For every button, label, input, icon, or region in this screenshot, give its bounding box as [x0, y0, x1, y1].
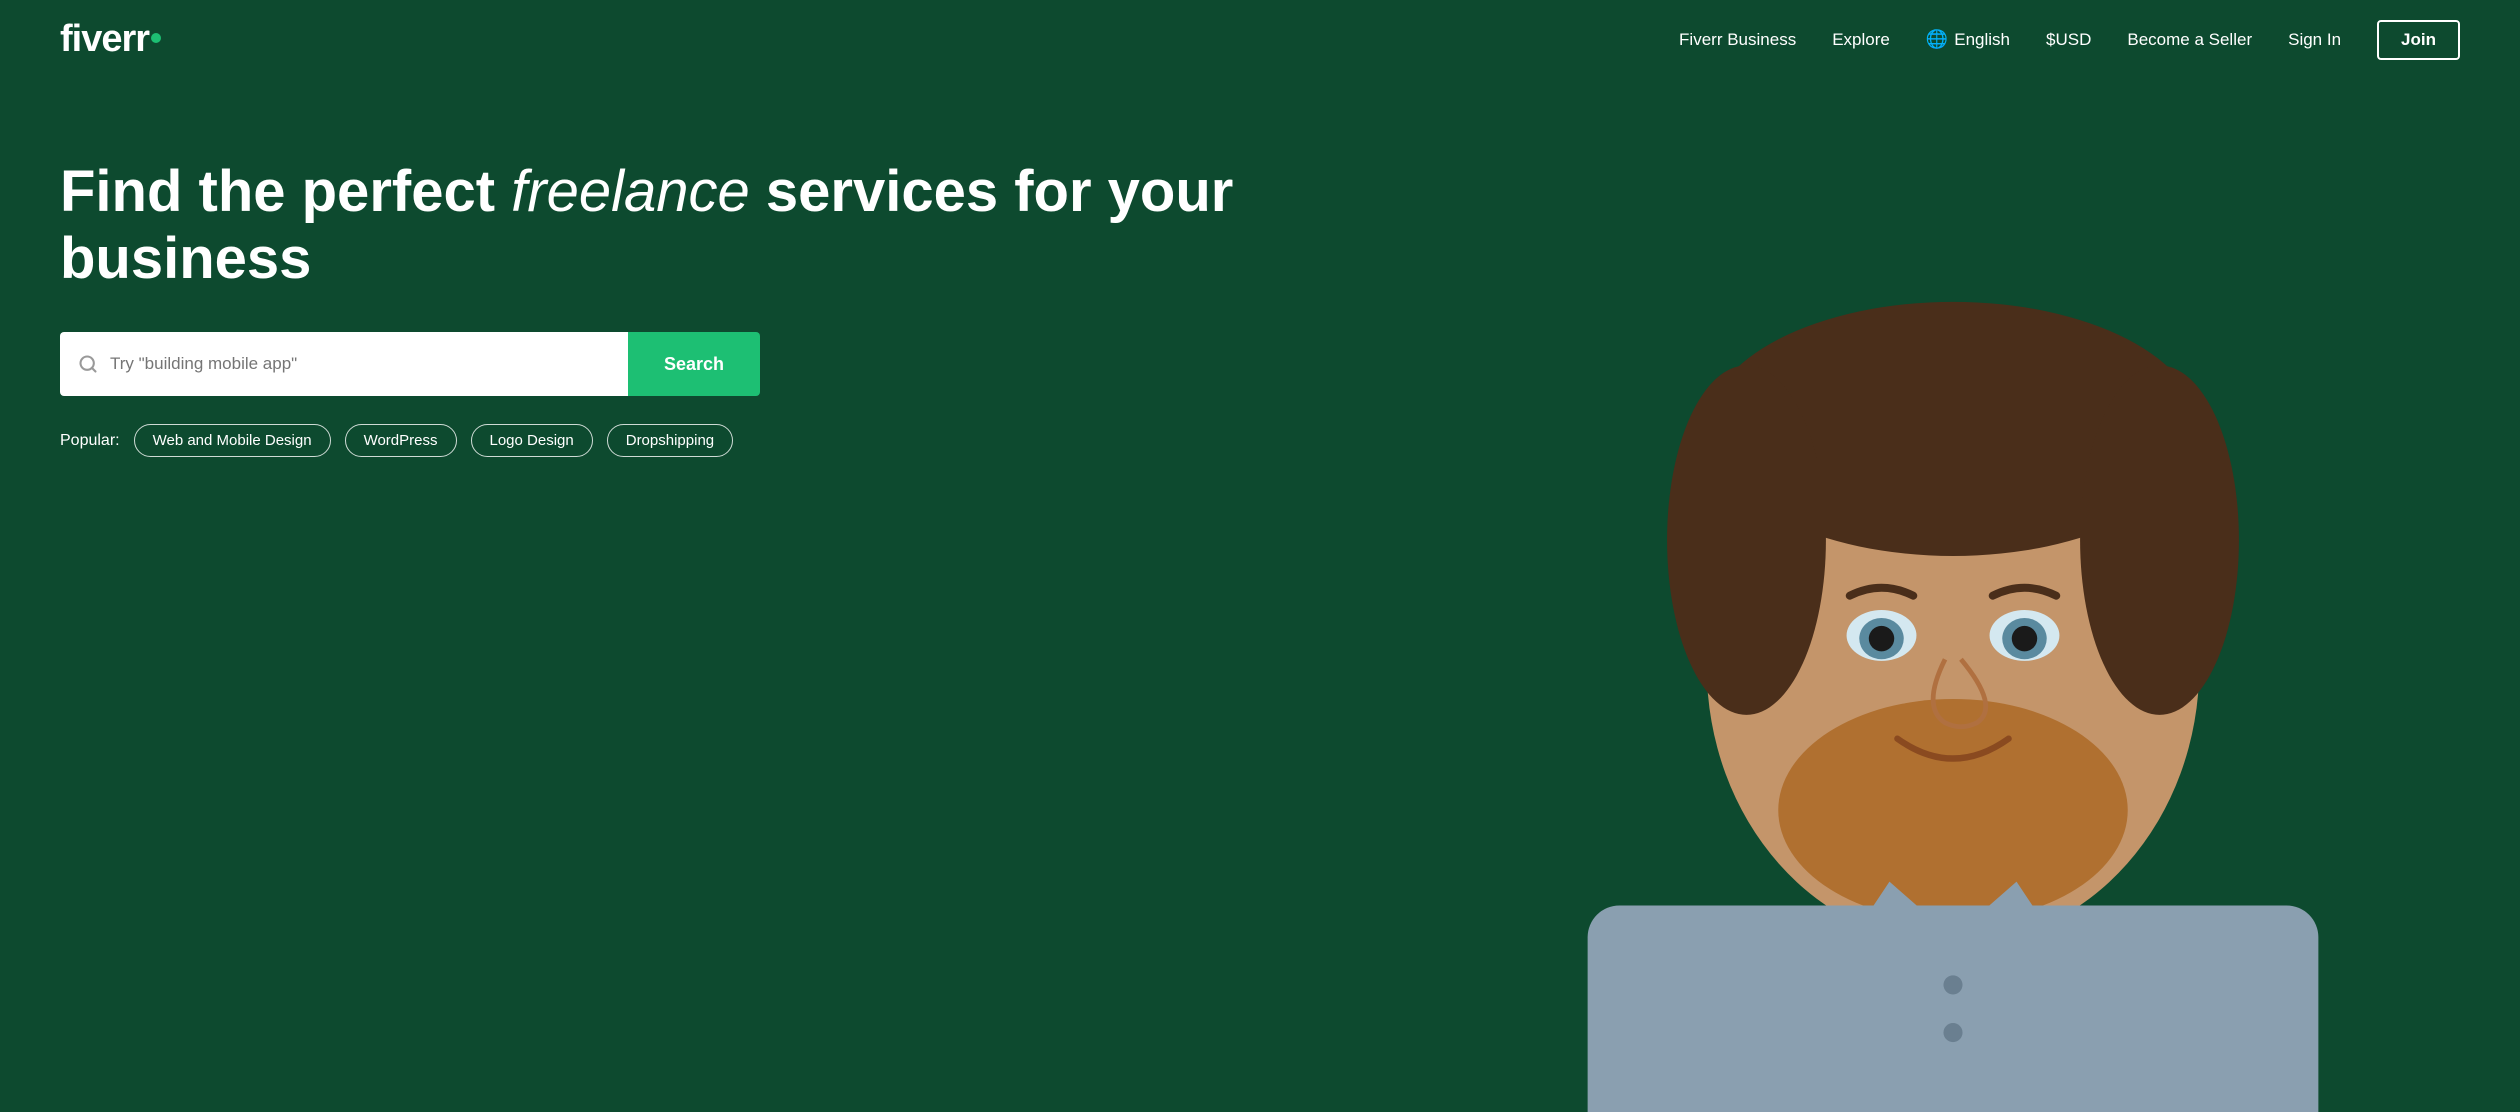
navbar: fiverr Fiverr Business Explore 🌐 English…: [0, 0, 2520, 79]
hero-title-italic: freelance: [511, 159, 750, 224]
hero-person-image: [1386, 0, 2520, 1112]
nav-fiverr-business[interactable]: Fiverr Business: [1679, 30, 1796, 50]
nav-sign-in[interactable]: Sign In: [2288, 30, 2341, 50]
join-button[interactable]: Join: [2377, 20, 2460, 60]
popular-tag-logo-design[interactable]: Logo Design: [471, 424, 593, 457]
popular-tag-web-mobile[interactable]: Web and Mobile Design: [134, 424, 331, 457]
search-input-container: [60, 332, 628, 396]
hero-title: Find the perfect freelance services for …: [60, 159, 1452, 292]
logo-dot: [151, 33, 161, 43]
search-icon: [78, 354, 98, 374]
logo[interactable]: fiverr: [60, 18, 161, 61]
search-input[interactable]: [110, 354, 610, 374]
search-button[interactable]: Search: [628, 332, 760, 396]
hero-content: Find the perfect freelance services for …: [0, 79, 1512, 517]
popular-label: Popular:: [60, 432, 120, 450]
nav-explore[interactable]: Explore: [1832, 30, 1890, 50]
popular-tag-wordpress[interactable]: WordPress: [345, 424, 457, 457]
logo-text: fiverr: [60, 18, 149, 61]
language-label: English: [1954, 30, 2010, 50]
popular-tag-dropshipping[interactable]: Dropshipping: [607, 424, 733, 457]
nav-currency[interactable]: $USD: [2046, 30, 2091, 50]
hero-title-text1: Find the perfect: [60, 159, 511, 224]
nav-language[interactable]: 🌐 English: [1926, 29, 2010, 50]
popular-section: Popular: Web and Mobile Design WordPress…: [60, 424, 1452, 457]
search-bar: Search: [60, 332, 760, 396]
nav-become-seller[interactable]: Become a Seller: [2127, 30, 2252, 50]
globe-icon: 🌐: [1926, 29, 1948, 50]
nav-links: Fiverr Business Explore 🌐 English $USD B…: [1679, 20, 2460, 60]
hero-section: fiverr Fiverr Business Explore 🌐 English…: [0, 0, 2520, 1112]
